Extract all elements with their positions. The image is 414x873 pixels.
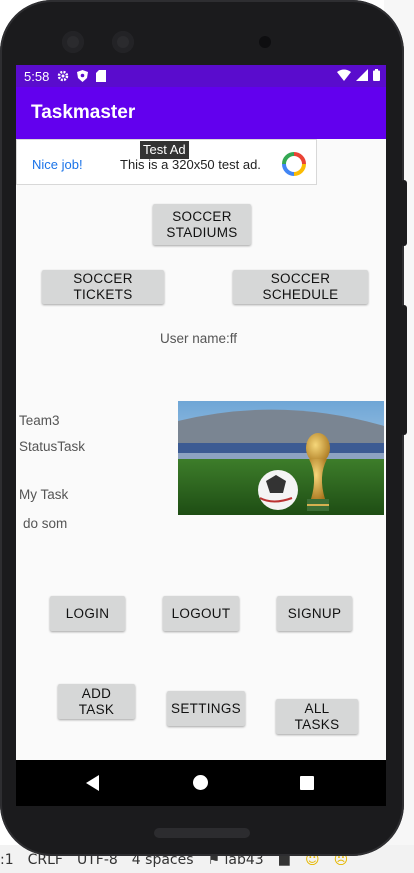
- system-status-bar: 5:58: [16, 65, 386, 87]
- task-team: Team3: [19, 413, 60, 428]
- volume-button: [401, 180, 407, 246]
- front-camera-icon: [112, 31, 134, 53]
- front-camera-icon: [62, 31, 84, 53]
- gear-icon: [57, 70, 69, 82]
- soccer-ball-and-trophy-image: [178, 401, 384, 515]
- ad-logo-icon: [282, 152, 306, 176]
- all-tasks-button[interactable]: ALL TASKS: [276, 699, 358, 734]
- recent-apps-icon[interactable]: [300, 776, 314, 790]
- login-button[interactable]: LOGIN: [50, 596, 125, 631]
- soccer-stadiums-button[interactable]: SOCCER STADIUMS: [153, 204, 251, 245]
- soccer-tickets-button[interactable]: SOCCER TICKETS: [42, 270, 164, 304]
- app-title: Taskmaster: [31, 102, 136, 123]
- settings-button[interactable]: SETTINGS: [167, 691, 245, 726]
- shield-icon: [76, 70, 88, 82]
- navigation-bar: [16, 760, 386, 806]
- power-button: [401, 305, 407, 435]
- task-body: do som: [23, 516, 68, 531]
- signal-icon: [356, 69, 368, 84]
- wifi-icon: [337, 69, 351, 84]
- task-title: My Task: [19, 487, 69, 502]
- task-status: StatusTask: [19, 439, 86, 454]
- user-name-label: User name:ff: [160, 331, 238, 346]
- sd-card-icon: [95, 70, 107, 82]
- signup-button[interactable]: SIGNUP: [277, 596, 352, 631]
- ad-message: This is a 320x50 test ad.: [120, 157, 261, 172]
- ide-status-line: :1: [0, 852, 14, 868]
- device-screen: 5:58 Taskmaster Nice job! This is a 320x…: [16, 65, 386, 806]
- back-icon[interactable]: [86, 775, 99, 791]
- add-task-button[interactable]: ADD TASK: [58, 684, 135, 719]
- clock: 5:58: [24, 68, 50, 84]
- phone-frame: 5:58 Taskmaster Nice job! This is a 320x…: [0, 0, 407, 856]
- speaker-grille: [154, 828, 250, 838]
- battery-icon: [373, 69, 380, 84]
- home-icon[interactable]: [193, 775, 208, 790]
- sensor-icon: [259, 36, 271, 48]
- ad-nice-job: Nice job!: [32, 157, 83, 172]
- app-bar: Taskmaster: [16, 87, 386, 139]
- test-ad-tag: Test Ad: [140, 141, 189, 159]
- soccer-schedule-button[interactable]: SOCCER SCHEDULE: [233, 270, 368, 304]
- logout-button[interactable]: LOGOUT: [163, 596, 239, 631]
